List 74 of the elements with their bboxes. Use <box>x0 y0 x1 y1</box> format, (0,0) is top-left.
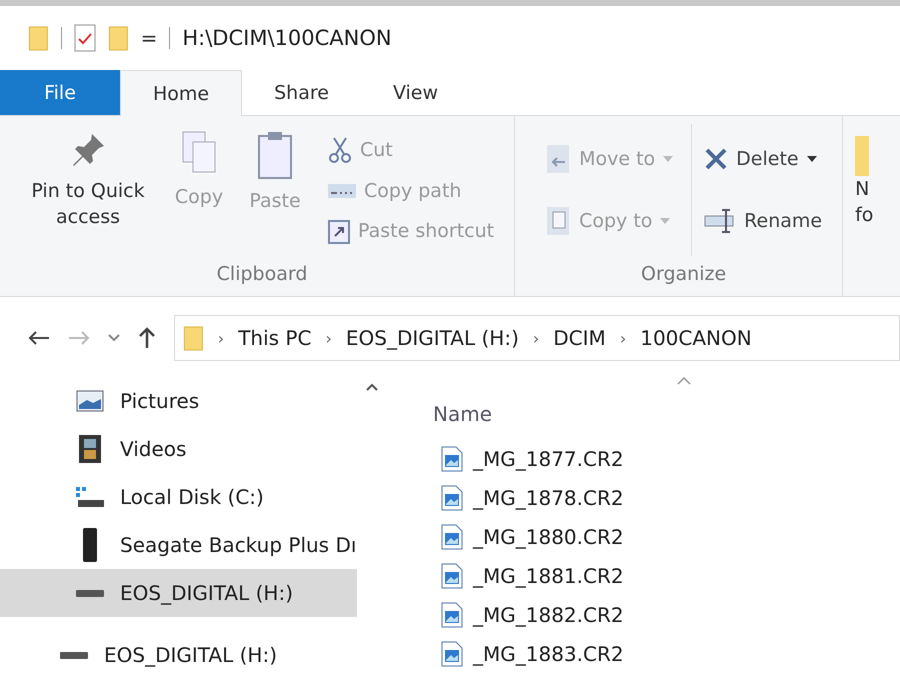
ribbon-tab[interactable]: View <box>360 70 470 115</box>
nav-item-label: EOS_DIGITAL (H:) <box>120 581 293 605</box>
nav-item-label: Videos <box>120 437 186 461</box>
chevron-icon: › <box>325 328 332 348</box>
close-icon <box>704 147 728 171</box>
dropdown-caret-icon <box>663 156 674 162</box>
image-file-icon <box>441 446 463 472</box>
nav-pane-item[interactable]: EOS_DIGITAL (H:) <box>0 631 357 679</box>
recent-locations-button[interactable] <box>108 334 120 342</box>
ribbon-button[interactable]: Rename <box>700 192 826 250</box>
nav-pane-item[interactable]: Videos <box>0 425 357 473</box>
external-drive-icon <box>83 528 97 562</box>
drive-icon <box>76 588 104 598</box>
file-name[interactable]: _MG_1880.CR2 <box>473 524 624 548</box>
drive-icon <box>60 650 88 660</box>
ribbon-button-label[interactable]: fo <box>855 202 874 228</box>
clipboard-icon <box>256 130 294 180</box>
nav-item-label: Local Disk (C:) <box>120 485 264 509</box>
dropdown-caret-icon <box>660 218 670 224</box>
folder-icon <box>855 136 870 176</box>
copy-to-icon <box>545 206 572 236</box>
folder-icon <box>28 25 49 51</box>
scroll-up-icon[interactable] <box>366 383 378 391</box>
film-icon <box>79 435 101 463</box>
breadcrumb[interactable]: 100CANON <box>640 326 752 350</box>
customize-menu-icon[interactable]: = <box>140 26 158 50</box>
ribbon-button-label[interactable]: N <box>855 176 874 202</box>
folder-icon <box>108 25 129 51</box>
group-label: Organize <box>640 262 728 287</box>
nav-pane-item[interactable]: Local Disk (C:) <box>0 473 357 521</box>
window-title: H:\DCIM\100CANON <box>182 26 392 50</box>
ribbon-tab[interactable]: Share <box>242 70 361 115</box>
shortcut-icon <box>328 218 350 244</box>
address-bar[interactable]: › This PC › EOS_DIGITAL (H:) › DCIM › 100CANON <box>174 315 900 361</box>
nav-pane-item[interactable]: Pictures <box>0 377 357 425</box>
rename-icon <box>704 209 736 233</box>
move-icon <box>545 144 572 174</box>
breadcrumb[interactable]: This PC <box>238 326 312 350</box>
chevron-icon: › <box>620 328 626 348</box>
nav-pane-item[interactable]: Seagate Backup Plus Dı <box>0 521 357 569</box>
path-icon <box>328 184 356 198</box>
group-label: Clipboard <box>216 262 308 287</box>
chevron-icon: › <box>532 328 540 348</box>
scissors-icon <box>328 136 352 164</box>
image-file-icon <box>441 484 463 510</box>
nav-item-label: Seagate Backup Plus Dı <box>120 533 356 557</box>
file-name[interactable]: _MG_1877.CR2 <box>473 446 624 470</box>
folder-icon <box>183 325 204 351</box>
ribbon-tab[interactable]: Home <box>120 70 242 116</box>
breadcrumb[interactable]: EOS_DIGITAL (H:) <box>346 326 519 350</box>
breadcrumb[interactable]: DCIM <box>553 326 606 350</box>
column-header[interactable]: Name <box>433 402 492 426</box>
file-menu-tab[interactable]: File <box>0 70 120 115</box>
image-file-icon <box>441 602 463 628</box>
chevron-icon: › <box>218 328 224 348</box>
nav-item-label: EOS_DIGITAL (H:) <box>104 643 277 667</box>
file-name[interactable]: _MG_1881.CR2 <box>473 564 624 588</box>
up-button[interactable] <box>138 327 156 349</box>
file-name[interactable]: _MG_1883.CR2 <box>473 642 624 666</box>
drive-icon <box>74 485 106 509</box>
sort-caret-icon <box>677 377 691 385</box>
image-file-icon <box>441 562 463 588</box>
landscape-icon <box>76 390 104 412</box>
file-name[interactable]: _MG_1882.CR2 <box>473 602 624 626</box>
ribbon-button[interactable]: Pin to Quick access <box>18 124 158 256</box>
image-file-icon <box>441 640 463 666</box>
dropdown-caret-icon <box>806 156 817 162</box>
image-file-icon <box>441 524 463 550</box>
file-name[interactable]: _MG_1878.CR2 <box>473 486 624 510</box>
properties-icon[interactable] <box>74 24 96 52</box>
nav-item-label: Pictures <box>120 389 200 413</box>
ribbon-button[interactable]: Delete <box>700 130 826 188</box>
nav-pane-item[interactable]: EOS_DIGITAL (H:) <box>0 569 357 617</box>
back-button[interactable] <box>28 330 50 346</box>
